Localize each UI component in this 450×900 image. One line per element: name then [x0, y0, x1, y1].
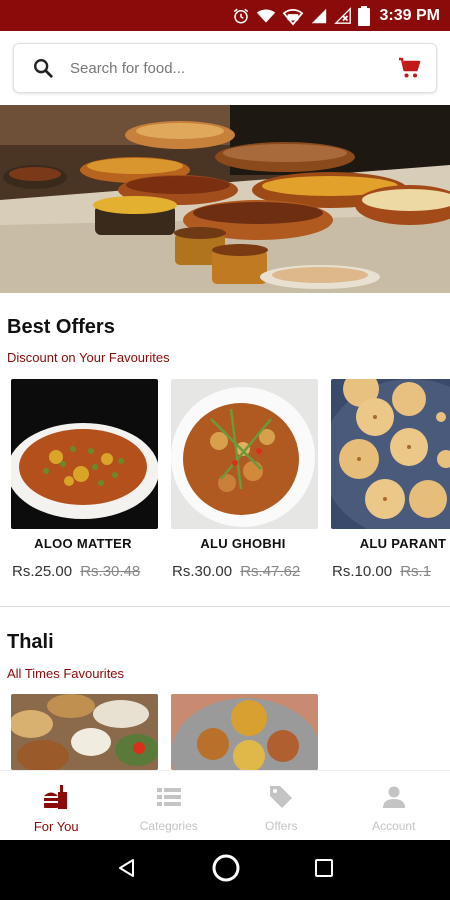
nav-for-you[interactable]: For You — [0, 771, 113, 840]
battery-icon — [357, 5, 370, 26]
offer-card[interactable]: ALU GHOBHI Rs.30.00 Rs.47.62 — [168, 379, 318, 589]
back-icon[interactable] — [117, 858, 137, 883]
signal-noservice-icon — [333, 6, 352, 26]
search-icon[interactable] — [32, 57, 54, 79]
offer-price: Rs.30.00 — [172, 563, 233, 580]
offer-name: ALU PARANT — [359, 536, 447, 551]
search-bar[interactable] — [13, 43, 437, 93]
nav-offers-label: Offers — [265, 819, 298, 833]
bottom-navigation: For You Categories Offers Account — [0, 770, 450, 840]
banner-image[interactable] — [0, 105, 450, 293]
tag-icon — [267, 783, 295, 811]
offer-card[interactable]: ALOO MATTER Rs.25.00 Rs.30.48 — [8, 379, 158, 589]
nav-for-you-label: For You — [33, 819, 79, 834]
signal-icon — [310, 6, 328, 26]
offer-name: ALOO MATTER — [34, 536, 132, 551]
system-navigation-bar — [0, 840, 450, 900]
nav-categories[interactable]: Categories — [113, 771, 226, 840]
alu-paratha-image — [331, 379, 450, 529]
offer-prices: Rs.10.00 Rs.1 — [332, 563, 450, 580]
volte-icon — [282, 6, 304, 26]
status-bar: 3:39 PM — [0, 0, 450, 31]
fast-food-icon — [42, 783, 70, 811]
home-icon[interactable] — [211, 853, 241, 888]
offer-old-price: Rs.30.48 — [80, 563, 141, 580]
alarm-icon — [232, 6, 250, 26]
nav-offers[interactable]: Offers — [225, 771, 338, 840]
offer-prices: Rs.30.00 Rs.47.62 — [172, 563, 342, 580]
alu-ghobhi-image — [171, 379, 318, 529]
offer-old-price: Rs.47.62 — [240, 563, 301, 580]
offer-name: ALU GHOBHI — [200, 536, 286, 551]
wifi-icon — [256, 6, 276, 26]
cart-icon[interactable] — [398, 56, 422, 80]
status-time: 3:39 PM — [379, 6, 440, 24]
thali-title: Thali — [7, 631, 54, 653]
offer-price: Rs.10.00 — [332, 563, 393, 580]
thali-image — [171, 694, 318, 770]
nav-categories-label: Categories — [139, 819, 198, 833]
offer-price: Rs.25.00 — [12, 563, 73, 580]
nav-account[interactable]: Account — [338, 771, 450, 840]
search-input[interactable] — [70, 59, 398, 77]
nav-account-label: Account — [372, 819, 416, 833]
offer-card[interactable]: ALU PARANT Rs.10.00 Rs.1 — [328, 379, 450, 589]
best-offers-list[interactable]: ALOO MATTER Rs.25.00 Rs.30.48 ALU GHOBHI… — [0, 379, 450, 594]
best-offers-title: Best Offers — [7, 316, 115, 338]
recents-icon[interactable] — [315, 858, 333, 882]
thali-list[interactable] — [0, 694, 450, 770]
offer-prices: Rs.25.00 Rs.30.48 — [12, 563, 182, 580]
thali-image — [11, 694, 158, 770]
best-offers-subtitle: Discount on Your Favourites — [7, 350, 170, 365]
thali-card[interactable] — [8, 694, 158, 770]
thali-subtitle: All Times Favourites — [7, 666, 125, 681]
list-icon — [155, 783, 183, 811]
section-divider — [0, 606, 450, 607]
aloo-matter-image — [11, 379, 158, 529]
person-icon — [380, 783, 408, 811]
thali-card[interactable] — [168, 694, 318, 770]
offer-old-price: Rs.1 — [400, 563, 432, 580]
